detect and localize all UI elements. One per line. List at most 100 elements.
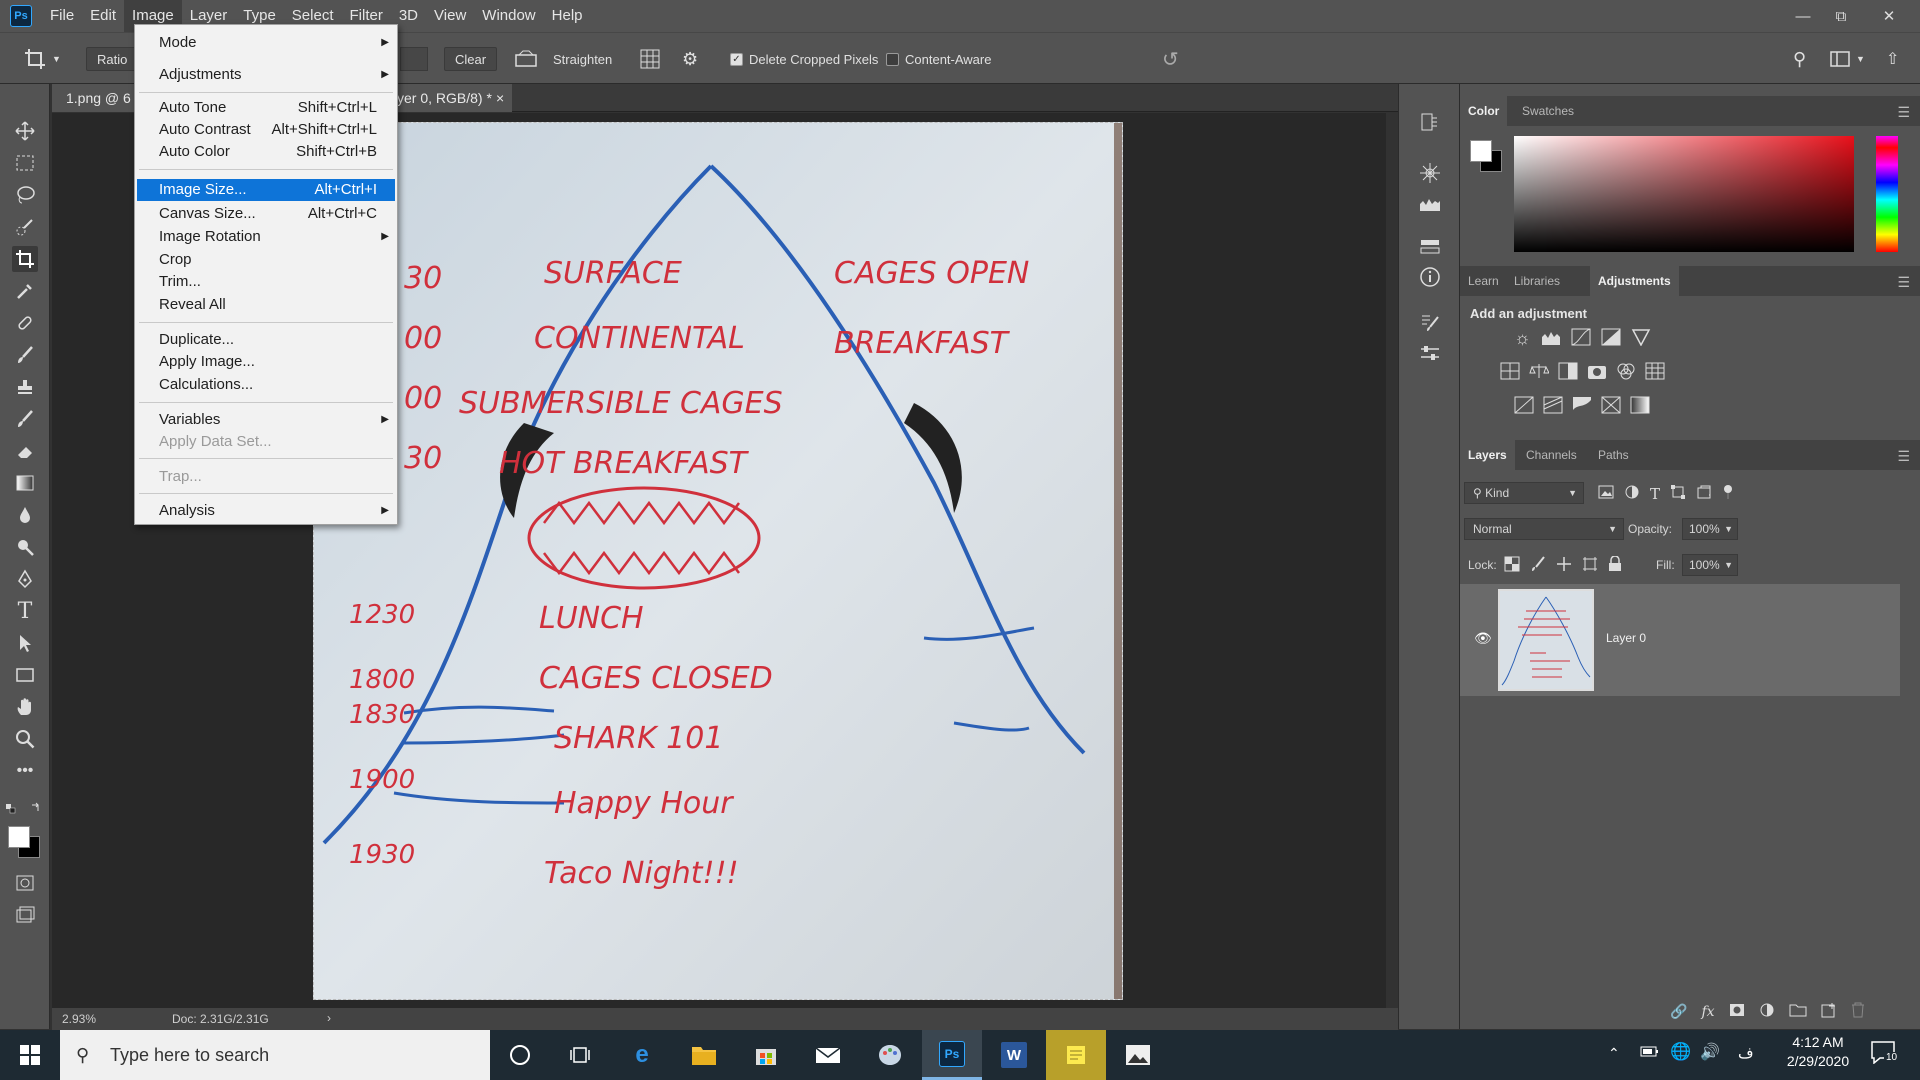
panel-menu-icon[interactable]: ☰ [1897,104,1910,121]
close-tab-icon[interactable]: × [496,84,504,112]
properties-panel-icon[interactable] [1417,234,1443,260]
document-canvas[interactable]: 30 00 00 30 1230 1800 1830 1900 1930 SUR… [313,122,1123,1000]
invert-icon[interactable] [1514,396,1534,420]
tab-channels[interactable]: Channels [1518,440,1585,470]
taskbar-clock[interactable]: 4:12 AM 2/29/2020 [1778,1034,1858,1069]
menu-item-mode[interactable]: Mode ▶ [137,32,395,54]
tab-paths[interactable]: Paths [1590,440,1637,470]
crop-tool-icon[interactable]: ▼ [24,47,61,71]
opacity-field[interactable]: 100% ▼ [1682,518,1738,540]
action-center-icon[interactable]: 10 [1870,1040,1910,1070]
tab-color[interactable]: Color [1460,96,1508,126]
zoom-level[interactable]: 2.93% [62,1012,96,1026]
menu-item-analysis[interactable]: Analysis ▶ [137,500,395,522]
color-lookup-icon[interactable] [1645,362,1665,386]
eyedropper-tool-icon[interactable] [12,278,38,304]
reset-icon[interactable]: ↺ [1162,47,1179,71]
filter-pixel-icon[interactable] [1598,485,1614,502]
menu-file[interactable]: File [42,0,82,32]
tab-adjustments[interactable]: Adjustments [1590,266,1679,296]
photoshop-taskbar-icon[interactable]: Ps [922,1030,982,1080]
selective-color-icon[interactable] [1601,396,1621,420]
volume-icon[interactable]: 🔊 [1700,1042,1720,1062]
posterize-icon[interactable] [1543,396,1563,420]
tab-swatches[interactable]: Swatches [1514,96,1582,126]
quick-mask-icon[interactable] [12,870,38,896]
menu-help[interactable]: Help [544,0,591,32]
tab-libraries[interactable]: Libraries [1506,266,1568,296]
black-white-icon[interactable] [1558,362,1578,386]
exposure-icon[interactable] [1601,328,1621,352]
brush-tool-icon[interactable] [12,342,38,368]
adjust-sliders-icon[interactable] [1417,340,1443,366]
history-brush-tool-icon[interactable] [12,406,38,432]
gradient-tool-icon[interactable] [12,470,38,496]
fx-icon[interactable]: fx [1701,1004,1714,1020]
battery-icon[interactable] [1640,1044,1660,1061]
chevron-down-icon[interactable]: ▼ [1724,519,1733,539]
menu-item-auto-color[interactable]: Auto Color Shift+Ctrl+B [137,141,395,163]
input-language-icon[interactable]: ف [1738,1044,1754,1062]
close-icon[interactable]: ✕ [1866,0,1912,32]
menu-item-reveal-all[interactable]: Reveal All [137,294,395,316]
content-aware-checkbox[interactable]: Content-Aware [886,47,991,71]
ratio-height-field[interactable] [400,47,428,71]
menu-item-variables[interactable]: Variables ▶ [137,409,395,431]
crop-tool-icon-selected[interactable] [12,246,38,272]
brush-settings-icon[interactable] [1417,310,1443,336]
task-view-icon[interactable] [550,1030,610,1080]
pen-tool-icon[interactable] [12,566,38,592]
menu-item-canvas-size[interactable]: Canvas Size... Alt+Ctrl+C [137,203,395,225]
taskbar-search-box[interactable]: ⚲ Type here to search [60,1030,490,1080]
network-globe-icon[interactable]: 🌐 [1670,1042,1691,1062]
edge-browser-icon[interactable]: e [612,1030,672,1080]
marquee-tool-icon[interactable] [12,150,38,176]
menu-item-image-size[interactable]: Image Size... Alt+Ctrl+I [137,179,395,201]
color-balance-icon[interactable] [1529,362,1550,386]
lock-transparent-pixels-icon[interactable] [1504,556,1520,575]
search-icon[interactable]: ⚲ [1793,47,1806,71]
filter-smart-object-icon[interactable] [1696,484,1712,503]
gear-icon[interactable]: ⚙ [682,47,698,71]
more-tools-icon[interactable]: ••• [12,758,38,784]
menu-item-trim[interactable]: Trim... [137,271,395,293]
menu-item-auto-contrast[interactable]: Auto Contrast Alt+Shift+Ctrl+L [137,119,395,141]
panel-menu-icon[interactable]: ☰ [1897,274,1910,291]
layer-row[interactable]: 👁 Layer 0 [1460,584,1900,696]
gradient-map-icon[interactable] [1630,396,1650,420]
healing-brush-tool-icon[interactable] [12,310,38,336]
lock-position-icon[interactable] [1556,556,1572,575]
delete-layer-icon[interactable] [1851,1002,1865,1021]
zoom-tool-icon[interactable] [12,726,38,752]
hand-tool-icon[interactable] [12,694,38,720]
file-explorer-icon[interactable] [674,1030,734,1080]
chevron-down-icon[interactable]: ▼ [1724,555,1733,575]
photo-filter-icon[interactable] [1587,362,1607,386]
move-tool-icon[interactable] [12,118,38,144]
foreground-color-swatch[interactable] [8,826,30,848]
restore-icon[interactable]: ⧉ [1818,0,1864,32]
new-layer-icon[interactable] [1821,1002,1837,1021]
status-menu-arrow-icon[interactable]: › [327,1011,331,1025]
mail-icon[interactable] [798,1030,858,1080]
filter-type-icon[interactable]: T [1650,485,1660,503]
clear-button[interactable]: Clear [444,47,498,71]
lock-artboard-icon[interactable] [1582,556,1598,575]
filter-adjustment-icon[interactable] [1624,484,1640,503]
paint-3d-icon[interactable] [860,1030,920,1080]
swap-colors-icon[interactable] [6,802,46,819]
menu-edit[interactable]: Edit [82,0,124,32]
rectangle-tool-icon[interactable] [12,662,38,688]
add-mask-icon[interactable] [1729,1003,1745,1020]
new-group-icon[interactable] [1789,1003,1807,1020]
dodge-tool-icon[interactable] [12,534,38,560]
blur-tool-icon[interactable] [12,502,38,528]
cortana-icon[interactable] [490,1030,550,1080]
levels-icon[interactable] [1541,328,1561,352]
new-fill-layer-icon[interactable] [1759,1002,1775,1021]
menu-item-duplicate[interactable]: Duplicate... [137,329,395,351]
clone-stamp-tool-icon[interactable] [12,374,38,400]
menu-window[interactable]: Window [474,0,543,32]
navigator-panel-icon[interactable] [1417,160,1443,186]
hue-saturation-icon[interactable] [1500,362,1520,386]
